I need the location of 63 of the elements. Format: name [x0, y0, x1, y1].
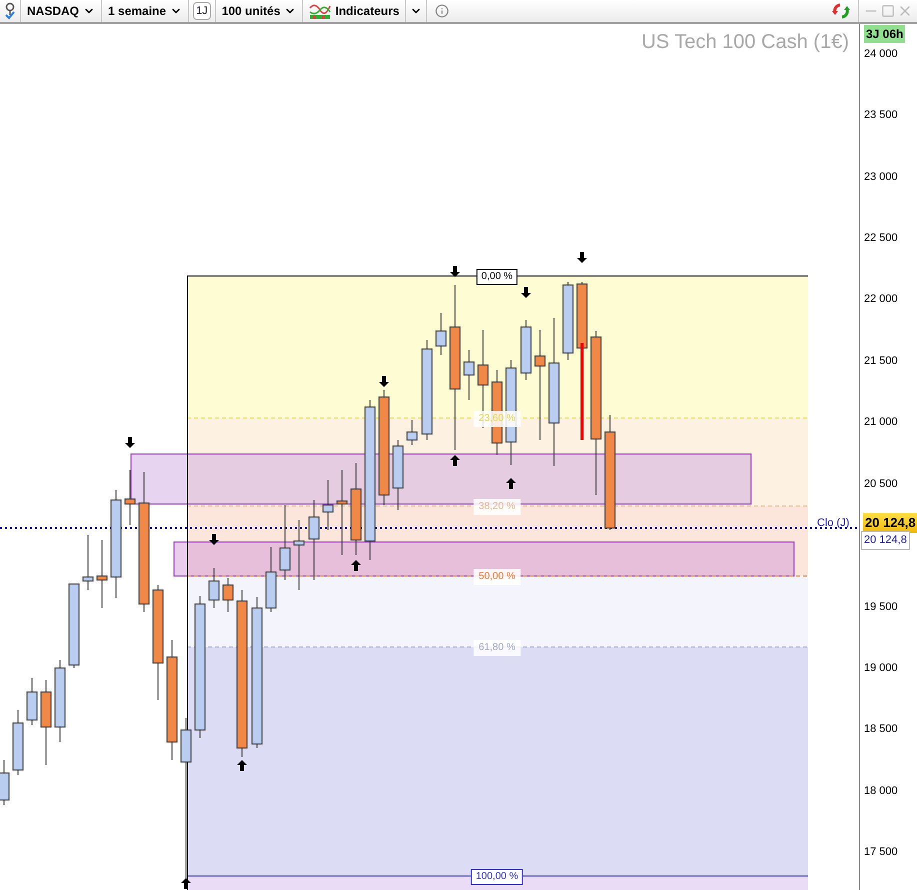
countdown-badge: 3J 06h: [864, 25, 906, 43]
price-tick-label: 20 500: [864, 477, 898, 492]
price-tag: 20 124,8: [861, 531, 910, 550]
price-tick-label: 23 000: [864, 170, 898, 185]
maximize-icon[interactable]: [881, 4, 895, 18]
price-tick-label: 22 000: [864, 292, 898, 307]
candlestick: [0, 760, 10, 806]
chart-title: US Tech 100 Cash (1€): [641, 30, 849, 55]
units-dropdown[interactable]: 100 unités: [216, 0, 304, 22]
info-icon[interactable]: [435, 4, 450, 18]
down-arrow-icon: [379, 376, 389, 387]
candlestick: [576, 282, 588, 348]
price-tick-label: 23 500: [864, 108, 898, 123]
fibonacci-level-label: 23,60 %: [474, 411, 520, 427]
down-arrow-icon: [450, 266, 460, 277]
candlestick: [322, 480, 334, 530]
price-tick-label: 17 500: [864, 845, 898, 860]
down-arrow-icon: [577, 252, 587, 263]
fibonacci-level-label: 50,00 %: [474, 569, 520, 585]
up-arrow-icon: [450, 455, 460, 466]
period-dropdown[interactable]: 1 semaine: [102, 0, 190, 22]
price-tick-label: 19 000: [864, 661, 898, 676]
price-tick-label: 21 000: [864, 415, 898, 430]
down-arrow-icon: [521, 287, 531, 298]
up-arrow-icon: [506, 478, 516, 489]
candlestick: [222, 578, 234, 612]
fibonacci-level-label: 38,20 %: [474, 499, 520, 515]
indicators-menu-button[interactable]: [405, 0, 428, 22]
fibonacci-level-label: 0,00 %: [476, 269, 518, 285]
interval-button[interactable]: 1J: [193, 2, 211, 20]
fibonacci-level-label: 61,80 %: [474, 640, 520, 656]
down-arrow-icon: [209, 534, 219, 545]
candlestick: [464, 350, 474, 400]
link-icon[interactable]: [4, 2, 16, 20]
candlestick: [294, 520, 304, 590]
up-arrow-icon: [237, 760, 247, 771]
candlestick: [406, 420, 418, 446]
candlestick: [392, 440, 404, 510]
up-arrow-icon: [181, 878, 191, 889]
price-tick-label: 22 500: [864, 231, 898, 246]
down-arrow-icon: [125, 437, 135, 448]
price-tick-label: 21 500: [864, 354, 898, 369]
last-price-badge: 20 124,8: [863, 513, 917, 532]
fibonacci-level-label: 100,00 %: [470, 869, 524, 885]
candlestick: [12, 710, 24, 776]
candlestick: [82, 534, 94, 590]
price-tick-label: 18 000: [864, 784, 898, 799]
up-arrow-icon: [351, 560, 361, 571]
close-line-label: Clo (J): [817, 516, 850, 531]
candlestick: [208, 568, 220, 608]
price-tick-label: 18 500: [864, 722, 898, 737]
candlestick: [266, 546, 276, 612]
candlestick: [436, 312, 446, 356]
candlestick: [96, 540, 108, 608]
price-tick-label: 24 000: [864, 47, 898, 62]
indicator-chart-icon: [309, 2, 332, 20]
indicators-button[interactable]: Indicateurs: [303, 0, 406, 22]
symbol-dropdown[interactable]: NASDAQ: [20, 0, 102, 22]
candlestick: [520, 320, 532, 380]
candlestick: [124, 470, 136, 526]
refresh-icon[interactable]: [832, 2, 850, 20]
price-tick-label: 19 500: [864, 600, 898, 615]
candlestick: [26, 678, 38, 726]
